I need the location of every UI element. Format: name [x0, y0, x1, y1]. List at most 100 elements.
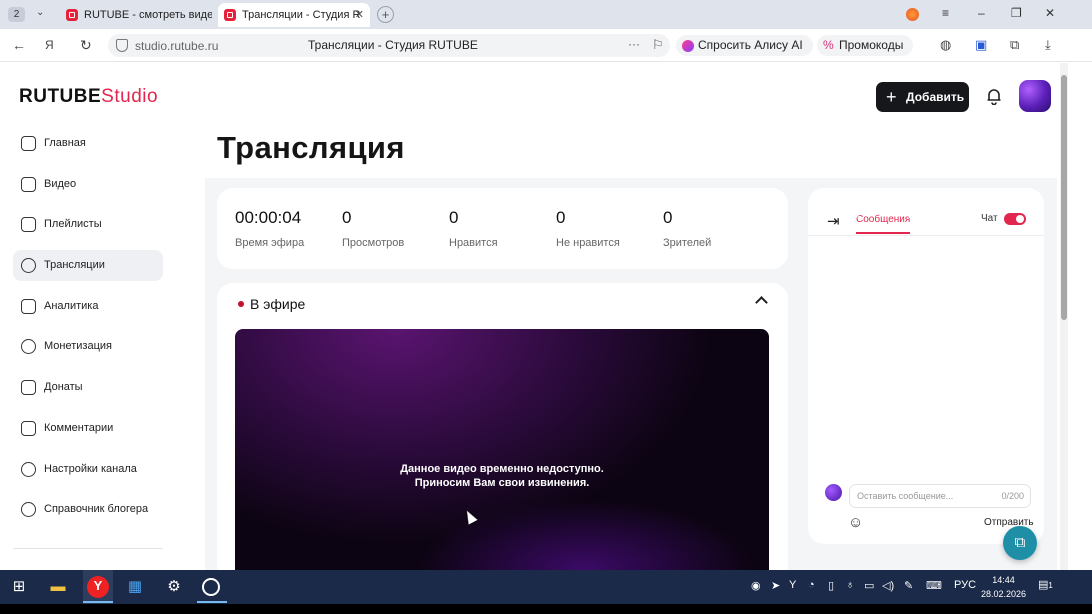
bookmark-icon[interactable]: ⚐	[652, 37, 664, 53]
active-tab-underline	[856, 232, 910, 234]
stat-value: 0	[663, 208, 673, 227]
sidebar-nav: Главная Видео Плейлисты Трансляции Анали…	[13, 128, 163, 535]
tab-rutube[interactable]: RUTUBE - смотреть виде	[60, 3, 212, 27]
sidebar-item-label: Главная	[44, 137, 86, 149]
sidebar-item-analytics[interactable]: Аналитика	[13, 291, 163, 322]
add-button[interactable]: + Добавить	[876, 82, 969, 112]
wifi-icon[interactable]: ◔	[808, 579, 815, 591]
chat-char-counter: 0/200	[1001, 491, 1024, 501]
url-page-title: Трансляции - Студия RUTUBE	[308, 38, 478, 52]
player-message-line: Данное видео временно недоступно.	[400, 463, 604, 475]
menu-icon[interactable]: ≡	[942, 6, 949, 20]
stat-viewers: 0 Зрителей	[663, 208, 711, 249]
usb-icon[interactable]: ▯	[828, 579, 834, 592]
donation-icon	[21, 380, 36, 396]
browser-tab-bar: 2 ⌄ RUTUBE - смотреть виде Трансляции - …	[0, 0, 1092, 29]
sidebar-item-home[interactable]: Главная	[13, 128, 163, 159]
clock-time: 14:44	[992, 575, 1015, 585]
reload-icon[interactable]: ↻	[80, 37, 92, 54]
sidebar-item-label: Видео	[44, 177, 77, 190]
stat-label: Не нравится	[556, 237, 620, 249]
new-tab-button[interactable]: +	[377, 6, 394, 23]
obs-icon[interactable]	[202, 578, 220, 596]
support-chat-icon[interactable]: ⧉	[1003, 526, 1037, 560]
add-button-label: Добавить	[906, 90, 965, 104]
scrollbar-thumb[interactable]	[1061, 75, 1067, 320]
rutube-studio-logo[interactable]: RUTUBEStudio	[19, 86, 158, 108]
sidebar-item-video[interactable]: Видео	[13, 169, 163, 200]
sidebar-item-monetization[interactable]: Монетизация	[13, 331, 163, 362]
telegram-icon[interactable]: ➤	[771, 579, 780, 592]
ruble-icon	[21, 339, 36, 355]
chat-toggle[interactable]	[1004, 213, 1026, 225]
promo-label: Промокоды	[839, 38, 904, 52]
tray-record-icon[interactable]: ◉	[751, 579, 761, 592]
collapse-chevron-icon[interactable]	[755, 296, 768, 309]
notification-center-icon[interactable]: ▤1	[1038, 578, 1053, 591]
download-icon[interactable]: ⤓	[1045, 37, 1051, 53]
screen-bottom-strip	[0, 604, 1092, 614]
tab-label: Трансляции - Студия R	[242, 9, 361, 21]
stat-label: Зрителей	[663, 237, 712, 249]
taskbar-active-indicator	[83, 601, 113, 603]
restore-icon[interactable]: ❐	[1011, 6, 1022, 20]
back-icon[interactable]: ←	[12, 37, 26, 53]
screenshot-icon[interactable]: ▣	[975, 37, 987, 53]
promo-button[interactable]: % Промокоды	[817, 35, 914, 56]
user-avatar[interactable]	[1019, 80, 1051, 112]
page-scrollbar[interactable]	[1060, 63, 1068, 570]
language-indicator[interactable]: РУС	[954, 579, 976, 591]
stat-value: 00:00:04	[235, 208, 302, 227]
volume-icon[interactable]: ◁)	[882, 579, 894, 592]
logo-suffix: Studio	[101, 86, 159, 107]
settings-gear-icon[interactable]: ⚙	[164, 577, 184, 597]
close-tab-icon[interactable]: ✕	[355, 3, 364, 27]
windows-start-icon[interactable]: ⊞	[9, 577, 29, 597]
battery-icon[interactable]: ▭	[864, 579, 874, 592]
emoji-icon[interactable]: ☺	[848, 514, 863, 531]
microphone-icon[interactable]: ♁	[846, 579, 854, 591]
percent-icon: %	[823, 38, 834, 52]
chat-toggle-label: Чат	[981, 213, 998, 224]
collapse-panel-icon[interactable]: ⇥	[827, 212, 840, 230]
ask-alice-button[interactable]: Спросить Алису AI	[676, 35, 813, 56]
player-message-line: Приносим Вам свои извинения.	[414, 476, 590, 489]
close-window-icon[interactable]: ✕	[1045, 6, 1055, 20]
notifications-bell-icon[interactable]	[985, 87, 1003, 105]
yandex-icon[interactable]: Я	[45, 38, 54, 52]
sidebar-item-playlists[interactable]: Плейлисты	[13, 209, 163, 240]
pen-icon[interactable]: ✎	[904, 579, 913, 592]
video-player[interactable]: Данное видео временно недоступно. Принос…	[235, 329, 769, 583]
sidebar-item-channel-settings[interactable]: Настройки канала	[13, 454, 163, 485]
tab-count-badge[interactable]: 2	[8, 7, 25, 22]
sidebar-item-streams[interactable]: Трансляции	[13, 250, 163, 282]
tab-messages[interactable]: Сообщения	[856, 214, 910, 225]
stat-value: 0	[556, 208, 566, 227]
store-icon[interactable]: ▦	[125, 577, 145, 597]
stat-likes: 0 Нравится	[449, 208, 498, 249]
player-unavailable-message: Данное видео временно недоступно. Принос…	[235, 463, 769, 490]
sidebar-item-label: Настройки канала	[44, 462, 137, 475]
sidebar-item-label: Аналитика	[44, 299, 99, 312]
info-icon	[21, 502, 36, 518]
playlist-icon	[21, 217, 36, 233]
chat-message-input[interactable]: Оставить сообщение... 0/200	[849, 484, 1031, 508]
more-icon[interactable]: ···	[628, 37, 640, 51]
tab-studio[interactable]: Трансляции - Студия R ✕	[218, 3, 370, 27]
clock[interactable]: 14:44 28.02.2026	[981, 573, 1026, 601]
sidebar-item-label: Плейлисты	[44, 218, 102, 231]
globe-icon[interactable]: ◍	[940, 37, 951, 53]
sidebar-item-comments[interactable]: Комментарии	[13, 413, 163, 444]
file-explorer-icon[interactable]: ▬	[48, 577, 68, 597]
sidebar-item-blogger-guide[interactable]: Справочник блогера	[13, 494, 163, 525]
sidebar-item-donations[interactable]: Донаты	[13, 372, 163, 403]
tray-yandex-icon[interactable]: Y	[789, 579, 796, 591]
yandex-browser-icon[interactable]: Y	[87, 576, 109, 598]
profile-icon[interactable]	[906, 8, 919, 21]
minimize-icon[interactable]: –	[978, 6, 985, 20]
url-field[interactable]: studio.rutube.ru Трансляции - Студия RUT…	[108, 34, 670, 57]
extensions-icon[interactable]: ⧉	[1010, 37, 1019, 53]
tab-list-chevron-icon[interactable]: ⌄	[36, 7, 44, 18]
page-title: Трансляция	[217, 130, 405, 165]
keyboard-icon[interactable]: ⌨	[926, 579, 942, 592]
